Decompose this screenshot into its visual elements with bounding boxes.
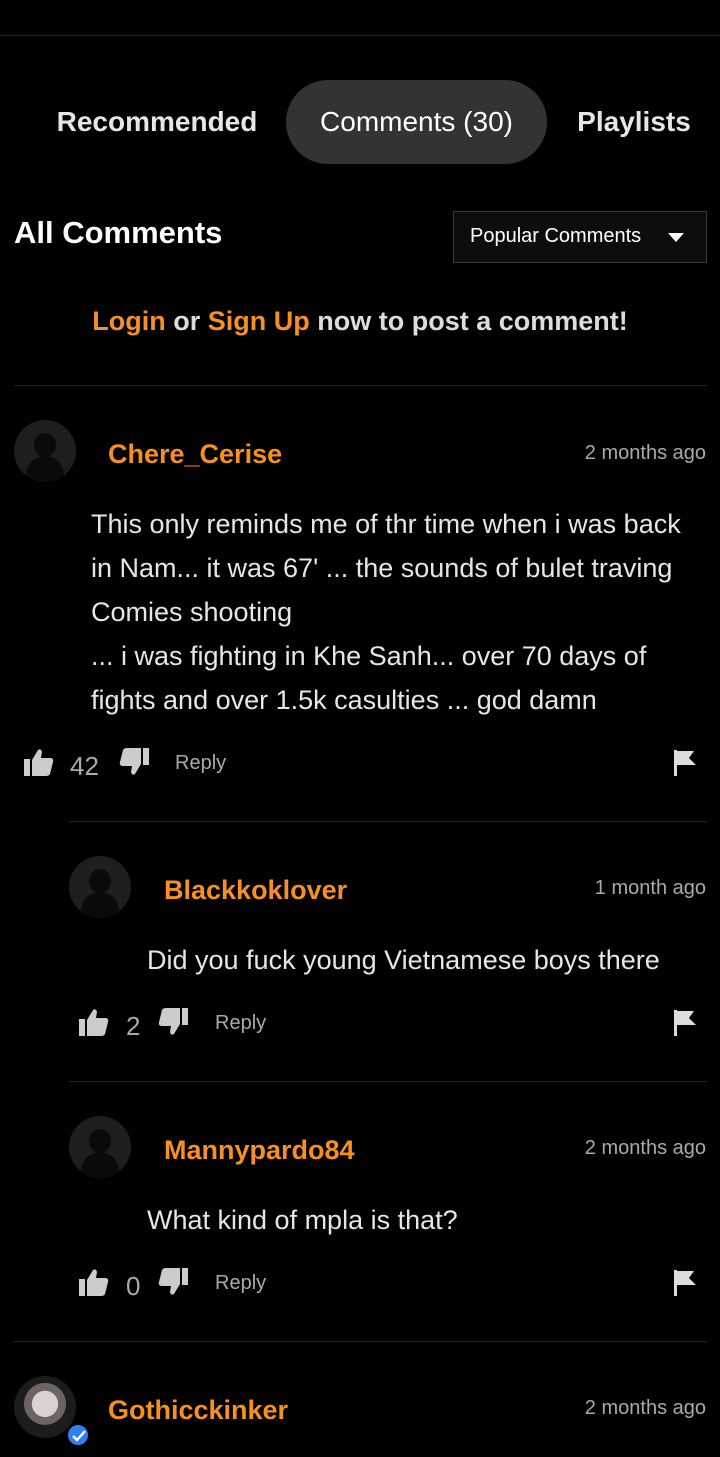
reply-button[interactable]: Reply — [215, 1272, 266, 1295]
comments-heading: All Comments — [14, 215, 223, 250]
flag-icon[interactable] — [674, 1270, 698, 1296]
flag-icon[interactable] — [674, 1010, 698, 1036]
comment-time: 2 months ago — [584, 442, 706, 464]
login-prompt-rest: now to post a comment! — [309, 306, 628, 336]
tab-recommended[interactable]: Recommended — [40, 80, 274, 164]
login-prompt: Login or Sign Up now to post a comment! — [0, 306, 720, 337]
avatar[interactable] — [69, 856, 131, 918]
like-count: 42 — [70, 751, 99, 781]
comment-actions: 0 Reply — [0, 1264, 720, 1304]
divider — [69, 1081, 707, 1082]
comment-time: 2 months ago — [584, 1397, 706, 1419]
divider — [14, 385, 707, 386]
thumbs-up-icon[interactable] — [79, 1268, 109, 1296]
like-count: 2 — [126, 1011, 141, 1041]
reply-button[interactable]: Reply — [215, 1012, 266, 1035]
comment-actions: 2 Reply — [0, 1004, 720, 1044]
flag-icon[interactable] — [674, 750, 698, 776]
comment-text-line: ... i was fighting in Khe Sanh... over 7… — [91, 641, 647, 715]
avatar-placeholder-body — [81, 892, 119, 918]
sort-selected-label: Popular Comments — [470, 225, 642, 247]
sort-dropdown[interactable]: Popular Comments — [453, 211, 707, 263]
comment-time: 2 months ago — [584, 1137, 706, 1159]
avatar-placeholder-body — [26, 456, 64, 482]
comment-time: 1 month ago — [594, 877, 706, 899]
caret-down-icon — [668, 233, 684, 242]
divider — [69, 821, 707, 822]
reply-button[interactable]: Reply — [175, 752, 226, 775]
avatar-placeholder-icon — [34, 433, 56, 457]
divider — [14, 1341, 707, 1342]
login-link[interactable]: Login — [92, 306, 165, 336]
tab-playlists[interactable]: Playlists — [560, 80, 708, 164]
comment-username[interactable]: Gothicckinker — [108, 1395, 288, 1426]
thumbs-down-icon[interactable] — [158, 1268, 188, 1296]
avatar-placeholder-body — [81, 1152, 119, 1178]
tab-comments[interactable]: Comments (30) — [286, 80, 547, 164]
comment-text-line: This only reminds me of thr time when i … — [91, 509, 681, 627]
signup-link[interactable]: Sign Up — [208, 306, 310, 336]
login-prompt-or: or — [165, 306, 208, 336]
avatar-placeholder-icon — [89, 1129, 111, 1153]
thumbs-down-icon[interactable] — [158, 1008, 188, 1036]
thumbs-up-icon[interactable] — [79, 1008, 109, 1036]
comment-username[interactable]: Blackkoklover — [164, 875, 347, 906]
avatar[interactable] — [69, 1116, 131, 1178]
thumbs-up-icon[interactable] — [24, 748, 54, 776]
avatar[interactable] — [14, 420, 76, 482]
like-count: 0 — [126, 1271, 141, 1301]
comment-username[interactable]: Mannypardo84 — [164, 1135, 355, 1166]
tab-bar: Recommended Comments (30) Playlists — [0, 80, 720, 164]
thumbs-down-icon[interactable] — [119, 748, 149, 776]
comment-text: This only reminds me of thr time when i … — [91, 502, 706, 722]
comment-text: Did you fuck young Vietnamese boys there — [147, 945, 660, 975]
avatar-placeholder-icon — [89, 869, 111, 893]
check-badge-icon — [66, 1423, 90, 1447]
top-divider — [0, 35, 720, 36]
comment-text: What kind of mpla is that? — [147, 1205, 458, 1235]
comment-actions: 42 Reply — [0, 744, 720, 784]
comment-username[interactable]: Chere_Cerise — [108, 439, 282, 470]
